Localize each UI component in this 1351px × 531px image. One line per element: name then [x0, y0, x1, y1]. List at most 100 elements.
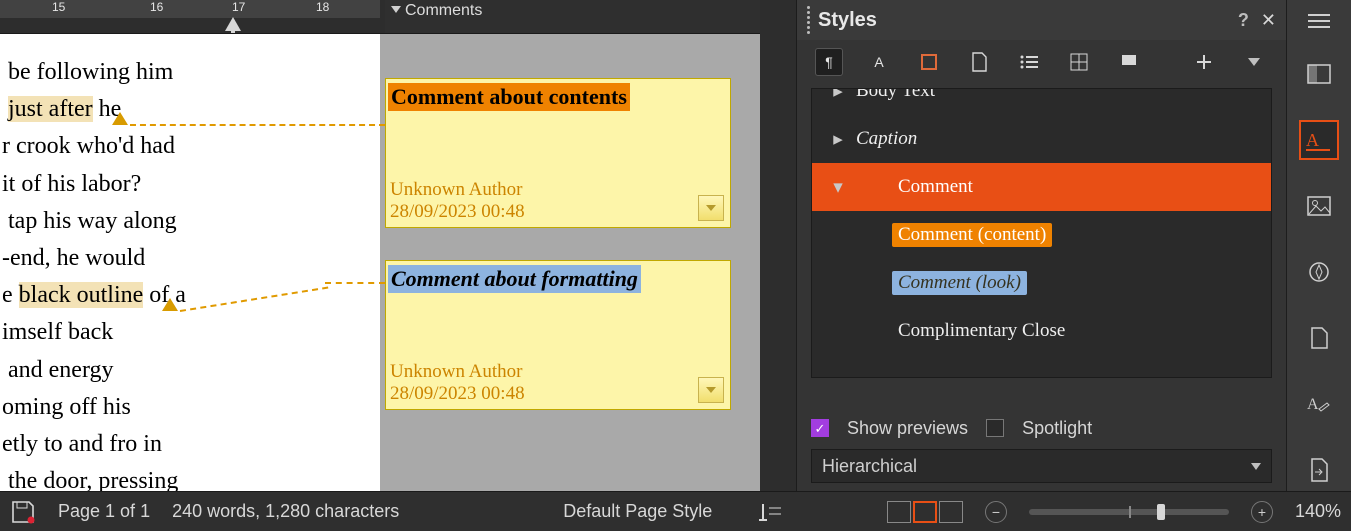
styles-tab-button[interactable]: A: [1299, 120, 1339, 160]
highlighted-text[interactable]: just after: [8, 96, 93, 122]
list-styles-button[interactable]: [1015, 48, 1043, 76]
indent-marker-icon[interactable]: [225, 17, 237, 32]
comment-time: 28/09/2023 00:48: [390, 383, 525, 405]
text-line[interactable]: oming off his: [0, 389, 380, 426]
outline-folding-icon[interactable]: [759, 500, 783, 524]
style-actions-dropdown[interactable]: [1240, 48, 1268, 76]
comments-header-label: Comments: [405, 2, 482, 20]
expand-arrow-icon[interactable]: ▸: [832, 128, 844, 151]
expand-arrow-icon[interactable]: ▸: [832, 88, 844, 103]
style-row-caption[interactable]: ▸ Caption: [812, 115, 1271, 163]
styles-options: Show previews Spotlight: [811, 413, 1272, 443]
save-status-icon[interactable]: [10, 499, 36, 525]
text-line[interactable]: it of his labor?: [0, 166, 380, 203]
zoom-slider-knob[interactable]: [1157, 504, 1165, 520]
gallery-tab-button[interactable]: [1299, 186, 1339, 226]
status-bar: Page 1 of 1 240 words, 1,280 characters …: [0, 491, 1351, 531]
style-row-complimentary-close[interactable]: Complimentary Close: [812, 307, 1271, 355]
svg-text:A: A: [1306, 130, 1319, 150]
chevron-down-icon: [1251, 463, 1261, 470]
chevron-down-icon: [391, 6, 401, 13]
properties-tab-button[interactable]: [1299, 54, 1339, 94]
word-count[interactable]: 240 words, 1,280 characters: [172, 501, 399, 522]
help-button[interactable]: ?: [1238, 10, 1249, 31]
text-line[interactable]: the door, pressing: [0, 463, 380, 491]
zoom-level[interactable]: 140%: [1295, 501, 1341, 522]
text-line[interactable]: -end, he would: [0, 240, 380, 277]
ruler-tick: 17: [232, 0, 245, 14]
document-page[interactable]: be following him just after he r crook w…: [0, 34, 380, 491]
show-previews-label: Show previews: [847, 418, 968, 439]
frame-styles-button[interactable]: [915, 48, 943, 76]
manage-changes-tab-button[interactable]: [1299, 450, 1339, 490]
text-line[interactable]: just after he: [0, 91, 380, 128]
sidebar-tab-strip: A A: [1286, 0, 1351, 491]
comment-anchor-icon: [112, 112, 128, 125]
text-line[interactable]: be following him: [0, 54, 380, 91]
text-line[interactable]: imself back: [0, 314, 380, 351]
comment-box[interactable]: Comment about formatting Unknown Author …: [385, 260, 731, 410]
chevron-down-icon: [706, 387, 716, 393]
comments-column-header[interactable]: Comments: [385, 0, 760, 34]
sidebar-settings-button[interactable]: [1308, 14, 1330, 28]
style-label: Body Text: [856, 88, 935, 102]
styles-panel: Styles ? ✕ ¶ A ▸ Body Text ▸ Caption ▾ C…: [796, 0, 1286, 491]
comment-title[interactable]: Comment about formatting: [388, 265, 641, 293]
text-line[interactable]: tap his way along: [0, 203, 380, 240]
comment-title[interactable]: Comment about contents: [388, 83, 630, 111]
grip-icon[interactable]: [807, 6, 810, 34]
text-line[interactable]: and energy: [0, 352, 380, 389]
comment-anchor-icon: [162, 298, 178, 311]
text-line[interactable]: etly to and fro in: [0, 426, 380, 463]
style-inspector-tab-button[interactable]: A: [1299, 384, 1339, 424]
styles-filter-dropdown[interactable]: Hierarchical: [811, 449, 1272, 483]
style-label: Caption: [856, 128, 917, 150]
new-style-button[interactable]: [1190, 48, 1218, 76]
styles-toolbar: ¶ A: [797, 40, 1286, 84]
collapse-arrow-icon[interactable]: ▾: [832, 176, 844, 199]
comment-connector: [325, 282, 385, 284]
zoom-slider[interactable]: [1029, 509, 1229, 515]
paragraph-styles-button[interactable]: ¶: [815, 48, 843, 76]
style-row-body-text[interactable]: ▸ Body Text: [812, 88, 1271, 115]
zoom-out-button[interactable]: −: [985, 501, 1007, 523]
table-styles-button[interactable]: [1065, 48, 1093, 76]
page-styles-button[interactable]: [965, 48, 993, 76]
show-previews-checkbox[interactable]: [811, 419, 829, 437]
text-line[interactable]: r crook who'd had: [0, 128, 380, 165]
styles-filter-value: Hierarchical: [822, 456, 917, 477]
horizontal-ruler[interactable]: 15 16 17 18: [0, 0, 385, 34]
ruler-tick: 15: [52, 0, 65, 14]
svg-text:A: A: [1307, 396, 1319, 413]
styles-panel-titlebar[interactable]: Styles ? ✕: [797, 0, 1286, 40]
single-page-view-button[interactable]: [887, 501, 911, 523]
highlighted-text[interactable]: black outline: [19, 282, 144, 308]
comment-box[interactable]: Comment about contents Unknown Author 28…: [385, 78, 731, 228]
spotlight-checkbox[interactable]: [986, 419, 1004, 437]
panel-gap: [760, 0, 796, 491]
comment-menu-button[interactable]: [698, 195, 724, 221]
page-tab-button[interactable]: [1299, 318, 1339, 358]
close-panel-button[interactable]: ✕: [1261, 10, 1276, 31]
page-indicator[interactable]: Page 1 of 1: [58, 501, 150, 522]
zoom-in-button[interactable]: +: [1251, 501, 1273, 523]
multi-page-view-button[interactable]: [913, 501, 937, 523]
navigator-tab-button[interactable]: [1299, 252, 1339, 292]
comments-column: Comment about contents Unknown Author 28…: [385, 34, 755, 491]
character-styles-button[interactable]: A: [865, 48, 893, 76]
comment-time: 28/09/2023 00:48: [390, 201, 525, 223]
style-label: Comment (look): [892, 271, 1027, 295]
style-label: Complimentary Close: [856, 320, 1065, 342]
page-style-indicator[interactable]: Default Page Style: [563, 501, 712, 522]
styles-tree[interactable]: ▸ Body Text ▸ Caption ▾ Comment Comment …: [811, 88, 1272, 378]
style-row-comment-content[interactable]: Comment (content): [812, 211, 1271, 259]
comment-menu-button[interactable]: [698, 377, 724, 403]
ruler-tick: 18: [316, 0, 329, 14]
fill-format-mode-button[interactable]: [1115, 48, 1143, 76]
document-workarea: be following him just after he r crook w…: [0, 34, 760, 491]
book-view-button[interactable]: [939, 501, 963, 523]
style-label: Comment: [856, 176, 973, 198]
style-row-comment[interactable]: ▾ Comment: [812, 163, 1271, 211]
ruler-tick: 16: [150, 0, 163, 14]
style-row-comment-look[interactable]: Comment (look): [812, 259, 1271, 307]
